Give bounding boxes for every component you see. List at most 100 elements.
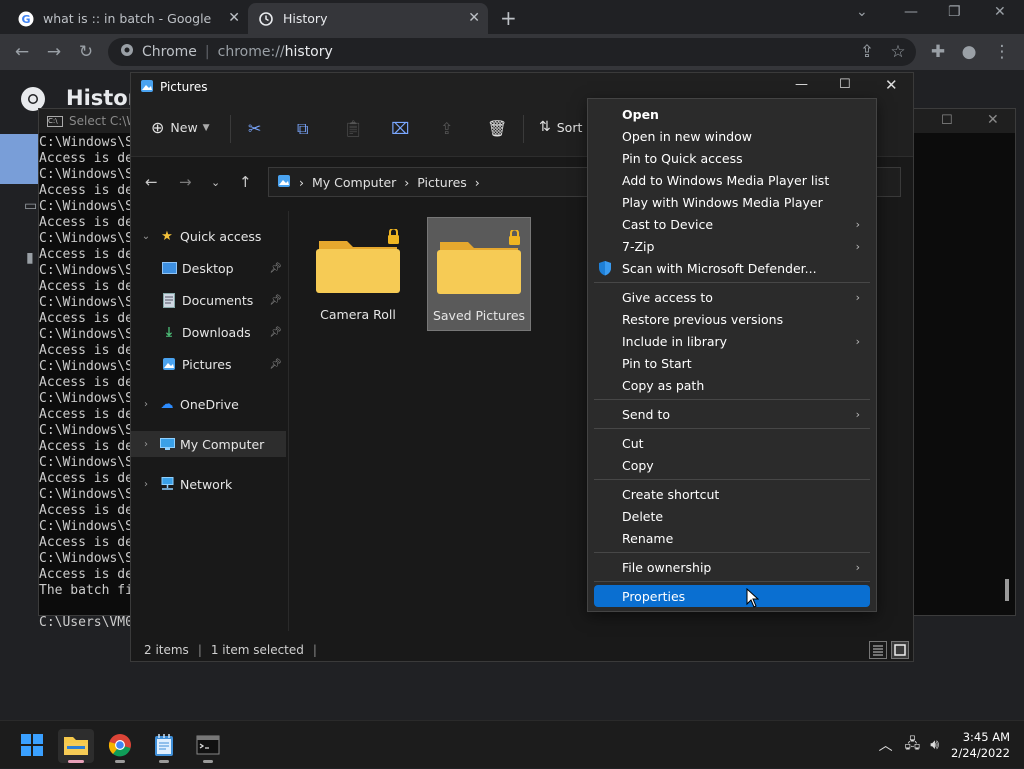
pin-icon[interactable]: 📌︎ [269, 295, 282, 306]
tab-google-search[interactable]: G what is :: in batch - Google Search ✕ [8, 3, 248, 34]
menu-item-cast-to-device[interactable]: Cast to Device › [594, 213, 870, 235]
star-icon[interactable]: ☆ [887, 41, 909, 63]
menu-item-label: Copy as path [622, 377, 705, 393]
new-button[interactable]: ⊕ New ▼ [151, 118, 210, 137]
menu-item-copy[interactable]: Copy [594, 454, 870, 476]
profile-icon[interactable]: ● [958, 41, 980, 63]
menu-item-cut[interactable]: Cut [594, 432, 870, 454]
console-line: Access is de [39, 375, 133, 390]
menu-item-add-to-windows-media-player-list[interactable]: Add to Windows Media Player list [594, 169, 870, 191]
chevron-down-icon[interactable]: ⌄ [139, 231, 153, 242]
menu-item-copy-as-path[interactable]: Copy as path [594, 374, 870, 396]
taskbar-notepad[interactable] [146, 729, 182, 763]
close-icon[interactable]: ✕ [994, 4, 1006, 20]
chevron-right-icon: › [855, 560, 860, 574]
menu-item-file-ownership[interactable]: File ownership › [594, 556, 870, 578]
menu-item-7-zip[interactable]: 7-Zip › [594, 235, 870, 257]
minimize-icon[interactable]: — [904, 4, 918, 20]
trash-icon[interactable]: ▮ [26, 250, 34, 266]
copy-icon[interactable]: ⧉ [297, 119, 308, 139]
sidebar-item-desktop[interactable]: Desktop 📌︎ [131, 255, 286, 281]
taskbar-chrome[interactable] [102, 729, 138, 763]
folder-saved-pictures[interactable]: Saved Pictures [427, 217, 531, 331]
tab-history[interactable]: History ✕ [248, 3, 488, 34]
menu-item-give-access-to[interactable]: Give access to › [594, 286, 870, 308]
share-icon[interactable]: ⇪ [856, 41, 878, 63]
recent-locations-icon[interactable]: ⌄ [211, 176, 220, 189]
taskbar-file-explorer[interactable] [58, 729, 94, 763]
menu-item-open-in-new-window[interactable]: Open in new window [594, 125, 870, 147]
maximize-icon[interactable]: ☐ [839, 77, 851, 92]
start-icon [20, 733, 44, 760]
share-icon[interactable]: ⇪ [440, 119, 453, 138]
delete-icon[interactable]: 🗑︎ [487, 119, 507, 138]
close-icon[interactable]: ✕ [987, 112, 999, 128]
chevron-right-icon[interactable]: › [139, 439, 153, 450]
close-icon[interactable]: ✕ [468, 10, 480, 26]
taskbar-terminal[interactable] [190, 729, 226, 763]
menu-item-rename[interactable]: Rename [594, 527, 870, 549]
menu-item-scan-with-microsoft-defender[interactable]: Scan with Microsoft Defender... [594, 257, 870, 279]
up-arrow-icon[interactable]: ↑ [239, 173, 252, 191]
start-button[interactable] [14, 729, 50, 763]
back-arrow-icon[interactable]: ← [145, 173, 158, 191]
menu-item-pin-to-quick-access[interactable]: Pin to Quick access [594, 147, 870, 169]
breadcrumb-pictures[interactable]: Pictures [417, 175, 467, 190]
sidebar-item-documents[interactable]: Documents 📌︎ [131, 287, 286, 313]
sidebar-item-downloads[interactable]: ⤓ Downloads 📌︎ [131, 319, 286, 345]
forward-arrow-icon[interactable]: → [43, 41, 65, 63]
pin-icon[interactable]: 📌︎ [269, 263, 282, 274]
reload-icon[interactable]: ↻ [75, 41, 97, 63]
back-arrow-icon[interactable]: ← [11, 41, 33, 63]
sort-button[interactable]: ⇅ Sort [539, 119, 582, 135]
sidebar-item-pictures[interactable]: Pictures 📌︎ [131, 351, 286, 377]
sidebar-item-my-computer[interactable]: › My Computer [131, 431, 286, 457]
menu-item-open[interactable]: Open [594, 103, 870, 125]
sidebar-item-history[interactable] [0, 134, 38, 184]
menu-item-restore-previous-versions[interactable]: Restore previous versions [594, 308, 870, 330]
sidebar-item-onedrive[interactable]: › ☁ OneDrive [131, 391, 286, 417]
omnibox[interactable]: Chrome | chrome:// history [108, 38, 916, 66]
menu-item-play-with-windows-media-player[interactable]: Play with Windows Media Player [594, 191, 870, 213]
close-icon[interactable]: ✕ [885, 76, 898, 94]
menu-item-properties[interactable]: Properties [594, 585, 870, 607]
network-icon[interactable]: 🖧︎ [905, 733, 921, 757]
forward-arrow-icon[interactable]: → [179, 173, 192, 191]
sidebar-item-quick-access[interactable]: ⌄ ★ Quick access [131, 223, 286, 249]
chevron-down-icon[interactable]: ⌄ [856, 4, 868, 20]
running-indicator [203, 760, 213, 763]
rename-icon[interactable]: ⌧ [391, 119, 409, 138]
minimize-icon[interactable]: — [795, 77, 808, 92]
sidebar-item-label: OneDrive [180, 396, 239, 412]
sidebar-item-network[interactable]: › Network [131, 471, 286, 497]
console-scrollbar[interactable] [1005, 579, 1009, 601]
chevron-right-icon[interactable]: › [139, 479, 153, 490]
breadcrumb-my-computer[interactable]: My Computer [312, 175, 396, 190]
laptop-icon[interactable]: ▭ [24, 198, 37, 214]
new-tab-button[interactable]: + [500, 6, 517, 30]
volume-icon[interactable]: 🔊︎ [930, 737, 939, 753]
pin-icon[interactable]: 📌︎ [269, 359, 282, 370]
menu-item-label: Play with Windows Media Player [622, 194, 823, 210]
pane-divider[interactable] [288, 211, 289, 631]
menu-item-include-in-library[interactable]: Include in library › [594, 330, 870, 352]
chevron-up-icon[interactable]: ︿ [879, 735, 893, 755]
chevron-right-icon[interactable]: › [139, 399, 153, 410]
paste-icon[interactable]: 📋︎ [343, 119, 363, 138]
clock[interactable]: 3:45 AM 2/24/2022 [951, 729, 1010, 761]
menu-item-send-to[interactable]: Send to › [594, 403, 870, 425]
restore-icon[interactable]: ❐ [948, 4, 961, 20]
menu-item-pin-to-start[interactable]: Pin to Start [594, 352, 870, 374]
details-view-icon[interactable] [869, 641, 887, 659]
navigation-pane: ⌄ ★ Quick access Desktop 📌︎ Documents 📌︎… [131, 205, 289, 639]
folder-camera-roll[interactable]: Camera Roll [306, 217, 410, 331]
large-icons-view-icon[interactable] [891, 641, 909, 659]
cut-icon[interactable]: ✂ [248, 119, 261, 138]
menu-item-create-shortcut[interactable]: Create shortcut [594, 483, 870, 505]
menu-icon[interactable]: ⋮ [991, 41, 1013, 63]
menu-item-delete[interactable]: Delete [594, 505, 870, 527]
pin-icon[interactable]: 📌︎ [269, 327, 282, 338]
extensions-icon[interactable]: ✚ [927, 41, 949, 63]
close-icon[interactable]: ✕ [228, 10, 240, 26]
maximize-icon[interactable]: ☐ [941, 113, 953, 128]
